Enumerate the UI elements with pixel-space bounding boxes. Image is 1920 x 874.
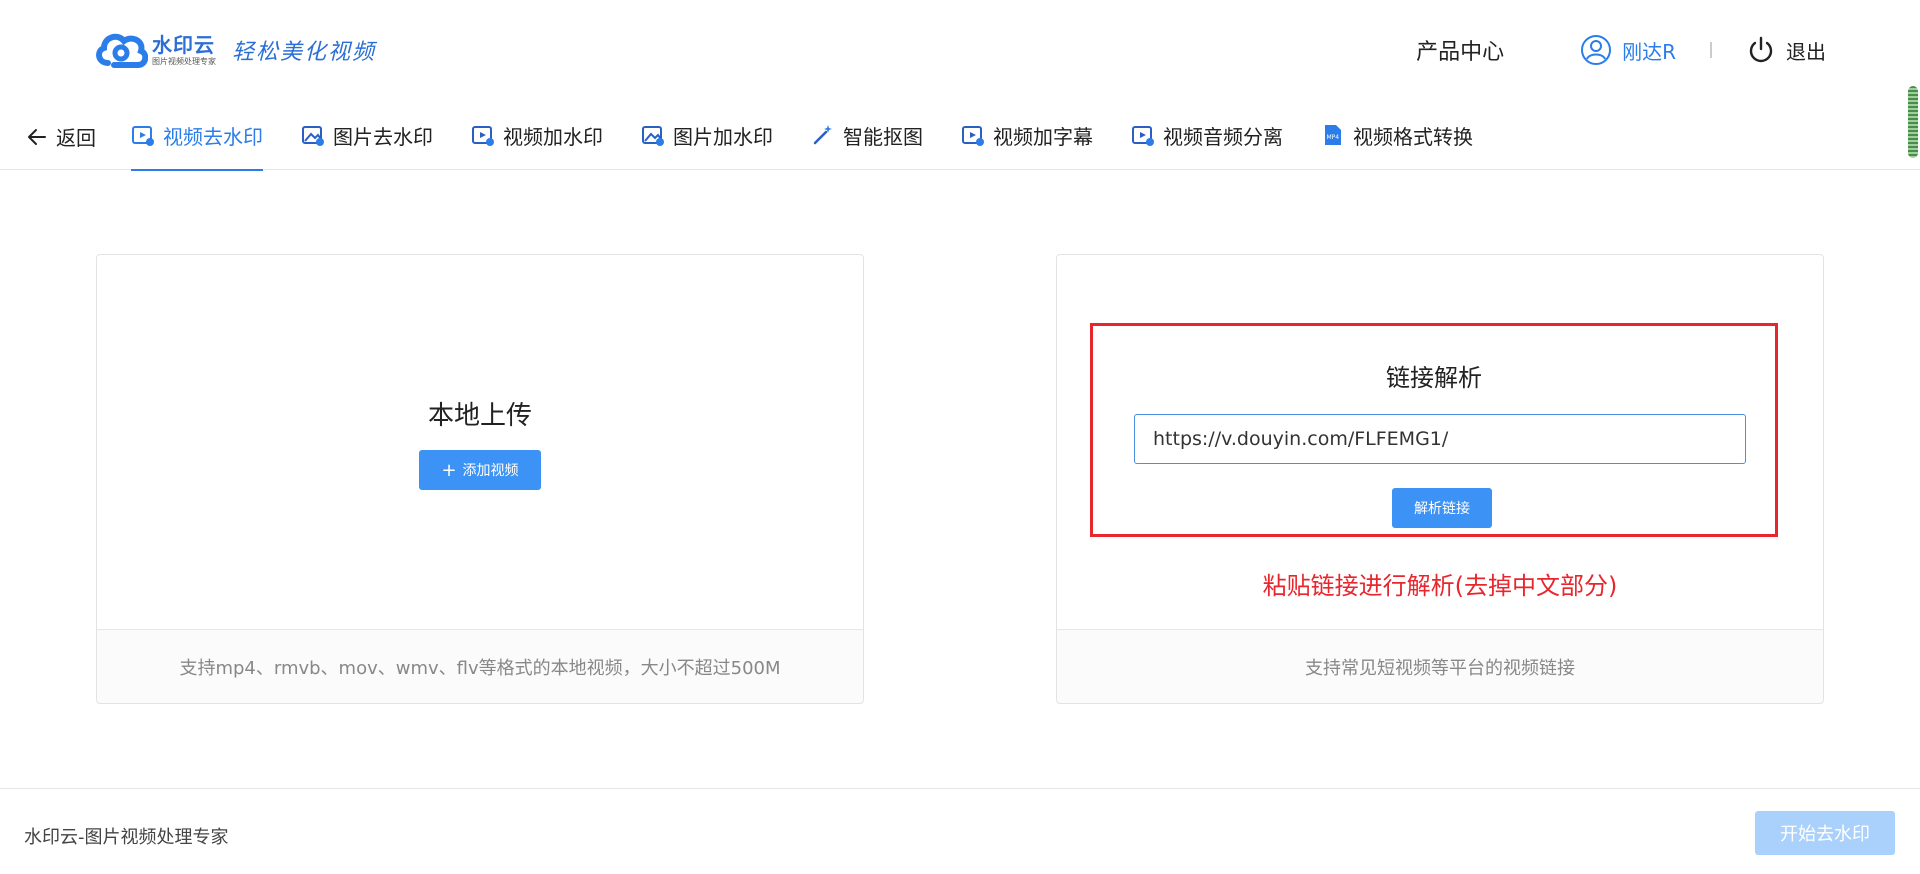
tab-video-add-watermark[interactable]: 视频加水印 bbox=[471, 100, 603, 170]
magic-wand-icon bbox=[813, 125, 832, 145]
link-parse-panel: 链接解析 解析链接 粘贴链接进行解析(去掉中文部分) 支持常见短视频等平台的视频… bbox=[1056, 254, 1824, 704]
video-add-icon bbox=[472, 126, 494, 146]
footer-brand: 水印云-图片视频处理专家 bbox=[24, 827, 229, 848]
header-actions: 产品中心 刚达R 退出 bbox=[1416, 30, 1826, 70]
bottom-bar: 水印云-图片视频处理专家 开始去水印 bbox=[0, 788, 1920, 874]
image-icon bbox=[302, 126, 324, 146]
svg-text:MP4: MP4 bbox=[1327, 134, 1340, 141]
tab-video-audio-split[interactable]: 视频音频分离 bbox=[1131, 100, 1283, 170]
header-divider bbox=[1710, 42, 1712, 58]
tab-label: 视频去水印 bbox=[163, 124, 263, 149]
tool-tab-bar: 返回 视频去水印 图片去水印 视频加水印 图片加水印 智能抠图 视频加字幕 视频… bbox=[0, 100, 1920, 171]
tab-image-add-watermark[interactable]: 图片加水印 bbox=[641, 100, 773, 170]
tab-label: 视频加字幕 bbox=[993, 124, 1093, 149]
power-icon bbox=[1749, 36, 1773, 63]
tab-video-format-convert[interactable]: MP4 视频格式转换 bbox=[1321, 100, 1473, 170]
local-upload-title: 本地上传 bbox=[427, 401, 532, 431]
username: 刚达R bbox=[1622, 39, 1676, 64]
logout-label: 退出 bbox=[1786, 39, 1826, 64]
plus-icon: + bbox=[441, 459, 457, 481]
link-parse-footer: 支持常见短视频等平台的视频链接 bbox=[1057, 629, 1823, 703]
image-add-icon bbox=[642, 126, 664, 146]
scrollbar-thumb[interactable] bbox=[1908, 86, 1918, 158]
start-remove-watermark-button[interactable]: 开始去水印 bbox=[1755, 811, 1895, 855]
add-video-button[interactable]: + 添加视频 bbox=[419, 450, 541, 490]
arrow-left-icon bbox=[28, 128, 46, 145]
mp4-file-icon: MP4 bbox=[1325, 125, 1341, 145]
user-menu[interactable]: 刚达R bbox=[1580, 34, 1676, 66]
tab-label: 视频格式转换 bbox=[1353, 124, 1473, 149]
video-url-input[interactable] bbox=[1134, 414, 1746, 464]
user-avatar-icon bbox=[1581, 35, 1612, 65]
add-video-label: 添加视频 bbox=[462, 463, 519, 479]
logo-slogan: 轻松美化视频 bbox=[232, 40, 377, 65]
cloud-logo-icon bbox=[96, 33, 148, 68]
parse-link-button[interactable]: 解析链接 bbox=[1392, 488, 1492, 528]
tab-label: 视频加水印 bbox=[503, 124, 603, 149]
local-upload-footer: 支持mp4、rmvb、mov、wmv、flv等格式的本地视频，大小不超过500M bbox=[97, 629, 863, 703]
tab-label: 视频音频分离 bbox=[1163, 124, 1283, 149]
tab-video-remove-watermark[interactable]: 视频去水印 bbox=[131, 100, 263, 171]
logo[interactable]: 水印云 图片视频处理专家 轻松美化视频 bbox=[94, 29, 376, 71]
tab-label: 图片加水印 bbox=[673, 124, 773, 149]
tab-smart-cutout[interactable]: 智能抠图 bbox=[811, 100, 923, 170]
local-upload-panel: 本地上传 + 添加视频 支持mp4、rmvb、mov、wmv、flv等格式的本地… bbox=[96, 254, 864, 704]
tabs: 视频去水印 图片去水印 视频加水印 图片加水印 智能抠图 视频加字幕 视频音频分… bbox=[131, 100, 1511, 171]
product-center-link[interactable]: 产品中心 bbox=[1416, 34, 1504, 66]
tab-image-remove-watermark[interactable]: 图片去水印 bbox=[301, 100, 433, 170]
link-parse-title: 链接解析 bbox=[1386, 364, 1482, 392]
video-icon bbox=[132, 126, 154, 146]
video-audio-icon bbox=[1132, 126, 1154, 146]
back-label: 返回 bbox=[56, 126, 96, 150]
top-header: 水印云 图片视频处理专家 轻松美化视频 产品中心 刚达R 退出 bbox=[0, 0, 1920, 100]
annotation-red-box: 链接解析 解析链接 bbox=[1090, 323, 1778, 537]
tab-label: 智能抠图 bbox=[843, 124, 923, 149]
back-button[interactable]: 返回 bbox=[26, 122, 96, 151]
tab-label: 图片去水印 bbox=[333, 124, 433, 149]
logout-button[interactable]: 退出 bbox=[1746, 35, 1826, 65]
video-text-icon bbox=[962, 126, 984, 146]
logo-subtitle: 图片视频处理专家 bbox=[152, 56, 216, 66]
tab-video-subtitles[interactable]: 视频加字幕 bbox=[961, 100, 1093, 170]
annotation-hint: 粘贴链接进行解析(去掉中文部分) bbox=[1262, 572, 1618, 600]
logo-name: 水印云 bbox=[152, 32, 215, 57]
